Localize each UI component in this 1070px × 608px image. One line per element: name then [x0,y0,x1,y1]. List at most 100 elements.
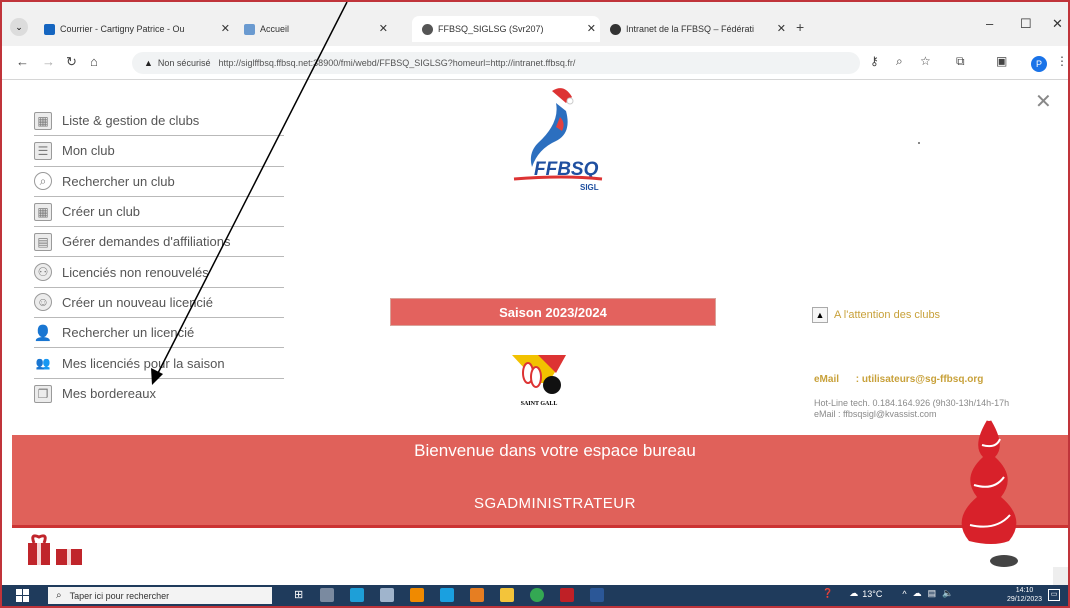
menu-item-demandes-affiliations[interactable]: ▤ Gérer demandes d'affiliations [34,227,284,258]
menu-item-rechercher-licencie[interactable]: 👤 Rechercher un licencié [34,318,284,349]
menu-item-licencies-saison[interactable]: 👥 Mes licenciés pour la saison [34,348,284,379]
ffbsq-logo: FFBSQ SIGL [513,88,603,192]
welcome-text: Bienvenue dans votre espace bureau [414,441,696,460]
mail-icon[interactable] [320,588,334,602]
menu-item-bordereaux[interactable]: ❐ Mes bordereaux [34,379,284,409]
vlc-icon[interactable] [410,588,424,602]
admin-name: SGADMINISTRATEUR [474,495,636,512]
club-logo-text: SAINT GALL [521,401,558,407]
users-icon: 👥 [35,356,51,371]
bookmark-star-icon[interactable]: ☆ [920,54,931,68]
weather-icon[interactable]: ☁ [849,588,858,599]
list-icon: ☰ [34,141,52,160]
tab-accueil[interactable]: Accueil ✕ [236,16,392,42]
onedrive-icon[interactable]: ☁ [913,588,922,599]
menu-item-mon-club[interactable]: ☰ Mon club [34,136,284,167]
file-explorer-icon[interactable] [500,588,514,602]
app-icon[interactable] [380,588,394,602]
password-key-icon[interactable]: ⚷ [870,54,879,68]
menu-item-rechercher-club[interactable]: ⌕ Rechercher un club [34,167,284,197]
clock-time: 14:10 [1015,587,1034,594]
notifications-icon[interactable]: ▭ [1048,589,1060,601]
more-menu-icon[interactable]: ⋮ [1056,54,1068,68]
forward-arrow-icon[interactable]: → [42,54,55,69]
close-icon[interactable]: ✕ [221,22,230,35]
back-arrow-icon[interactable]: ← [16,54,29,69]
profile-avatar[interactable]: P [1031,56,1047,72]
menu-item-creer-club[interactable]: ▦ Créer un club [34,197,284,228]
search-icon: ⌕ [56,590,62,601]
menu-item-label: Créer un nouveau licencié [62,294,214,310]
tab-courrier[interactable]: Courrier - Cartigny Patrice - Ou ✕ [38,16,234,42]
menu-item-label: Mon club [62,143,115,159]
close-icon[interactable]: ✕ [379,22,388,35]
clock-date: 29/12/2023 [1007,596,1043,603]
search-icon: ⌕ [34,172,52,191]
contact-email-line: eMail : utilisateurs@sg-ffbsq.org [814,374,983,385]
hotline-text: Hot-Line tech. 0.184.164.926 (9h30-13h/1… [814,398,1010,408]
email-value[interactable]: : utilisateurs@sg-ffbsq.org [856,374,984,385]
menu-item-label: Gérer demandes d'affiliations [62,234,231,250]
globe-icon [422,23,433,35]
page-scrollbar[interactable] [1053,567,1068,585]
attention-label[interactable]: A l'attention des clubs [834,309,940,321]
word-icon[interactable] [590,588,604,602]
extensions-icon[interactable]: ⧉ [956,54,965,69]
menu-item-licencies-non-renouveles[interactable]: ⚇ Licenciés non renouvelés [34,257,284,288]
close-icon[interactable]: ✕ [587,22,596,35]
email-label: eMail [814,374,840,385]
network-icon[interactable]: ▤ [928,588,937,599]
menu-item-label: Rechercher un licencié [62,325,195,341]
address-bar[interactable]: ▲ Non sécurisé http://siglffbsq.ffbsq.ne… [132,52,860,74]
url-text[interactable]: http://siglffbsq.ffbsq.net:38900/fmi/web… [218,58,575,68]
taskbar-clock[interactable]: 14:10 29/12/2023 [1007,586,1042,604]
weather-temp[interactable]: 13°C [862,589,882,599]
window-close-button[interactable]: ✕ [1052,16,1063,32]
tab-search-chevron-icon[interactable]: ⌄ [10,18,28,36]
web-page: ▦ Liste & gestion de clubs ☰ Mon club ⌕ Rec… [2,81,1068,567]
filezilla-icon[interactable] [560,588,574,602]
chevron-up-icon[interactable]: ^ [902,589,906,599]
minimize-button[interactable]: – [986,16,993,31]
chrome-icon[interactable] [530,588,544,602]
sidebar-icon[interactable]: ▣ [996,54,1007,68]
welcome-banner: Bienvenue dans votre espace bureau SGADM… [12,435,1068,525]
grid-icon: ▦ [34,202,52,221]
menu-item-liste-clubs[interactable]: ▦ Liste & gestion de clubs [34,106,284,137]
app-icon[interactable] [440,588,454,602]
new-tab-button[interactable]: + [796,19,804,35]
security-label[interactable]: Non sécurisé [158,58,211,68]
app-icon[interactable] [350,588,364,602]
maximize-button[interactable]: ☐ [1020,16,1032,32]
help-icon[interactable]: ❓ [822,588,833,599]
outlook-icon [44,23,55,35]
home-icon[interactable]: ⌂ [90,54,98,69]
tab-title: FFBSQ_SIGLSG (Svr207) [438,24,544,34]
menu-item-label: Rechercher un club [62,173,175,189]
menu-item-creer-licencie[interactable]: ☺ Créer un nouveau licencié [34,288,284,319]
card-icon: ▤ [34,232,52,251]
windows-taskbar: ⌕ Taper ici pour rechercher ⊞ ❓ ☁ 13°C ^… [2,585,1068,606]
tab-title: Courrier - Cartigny Patrice - Ou [60,24,185,34]
reload-icon[interactable]: ↻ [66,54,77,70]
volume-icon[interactable]: 🔈 [942,588,953,599]
screenshot-frame: ⌄ Courrier - Cartigny Patrice - Ou ✕ Acc… [0,0,1070,608]
menu-item-label: Créer un club [62,204,141,220]
documents-icon: ❐ [34,384,52,403]
close-icon[interactable]: ✕ [1035,89,1052,114]
taskbar-search-box[interactable]: ⌕ Taper ici pour rechercher [48,587,272,604]
task-view-icon[interactable]: ⊞ [294,588,308,602]
system-tray: ❓ ☁ 13°C ^ ☁ ▤ 🔈 [822,588,959,599]
zoom-icon[interactable]: ⌕ [896,54,903,69]
tab-intranet[interactable]: Intranet de la FFBSQ – Fédérati ✕ [602,16,790,42]
menu-item-label: Licenciés non renouvelés [62,264,209,280]
gift-decoration-icon [28,534,82,565]
warning-icon: ▲ [812,307,828,323]
close-icon[interactable]: ✕ [777,22,786,35]
user-circle-icon: ☺ [34,293,52,312]
menu-item-label: Liste & gestion de clubs [62,113,200,129]
app-icon[interactable] [470,588,484,602]
attention-clubs-link[interactable]: ▲ A l'attention des clubs [812,307,940,323]
tab-ffbsq-siglsg[interactable]: FFBSQ_SIGLSG (Svr207) ✕ [412,16,600,42]
windows-start-icon[interactable] [16,589,29,602]
